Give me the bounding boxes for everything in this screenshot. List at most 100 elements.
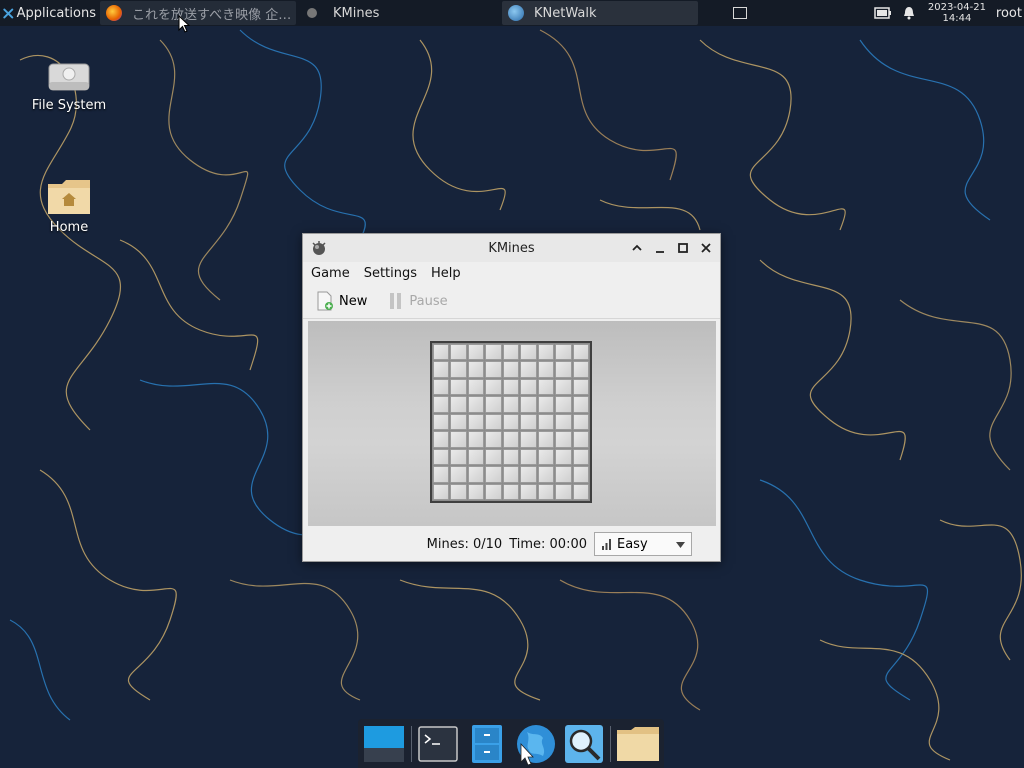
mine-cell[interactable] [537, 483, 555, 500]
difficulty-select[interactable]: Easy [594, 532, 692, 556]
mine-cell[interactable] [555, 466, 572, 483]
mine-cell[interactable] [485, 396, 502, 413]
mine-cell[interactable] [555, 344, 572, 361]
mine-cell[interactable] [485, 431, 502, 448]
mine-cell[interactable] [502, 448, 520, 466]
dock-show-desktop[interactable] [362, 721, 407, 767]
mine-cell[interactable] [572, 378, 589, 396]
show-desktop-button[interactable] [733, 7, 747, 19]
dock-terminal[interactable] [416, 721, 461, 767]
mine-cell[interactable] [572, 431, 589, 448]
mine-cell[interactable] [502, 413, 520, 431]
mine-cell[interactable] [502, 396, 520, 413]
mine-cell[interactable] [467, 413, 485, 431]
mine-cell[interactable] [467, 396, 485, 413]
mine-cell[interactable] [467, 448, 485, 466]
mine-cell[interactable] [450, 361, 467, 378]
menu-settings[interactable]: Settings [364, 266, 417, 281]
mine-cell[interactable] [467, 361, 485, 378]
clock[interactable]: 2023-04-21 14:44 [924, 2, 990, 24]
mine-cell[interactable] [433, 448, 450, 466]
mine-cell[interactable] [450, 396, 467, 413]
mine-cell[interactable] [502, 483, 520, 500]
mine-cell[interactable] [537, 413, 555, 431]
mine-cell[interactable] [450, 378, 467, 396]
mine-cell[interactable] [433, 431, 450, 448]
mine-cell[interactable] [520, 413, 537, 431]
mine-cell[interactable] [520, 396, 537, 413]
keep-above-icon[interactable] [630, 241, 644, 255]
mine-cell[interactable] [520, 378, 537, 396]
new-game-button[interactable]: New [315, 291, 367, 311]
dock-folder[interactable] [615, 721, 660, 767]
mine-cell[interactable] [450, 431, 467, 448]
menu-help[interactable]: Help [431, 266, 461, 281]
battery-icon[interactable] [874, 7, 892, 19]
mine-cell[interactable] [555, 413, 572, 431]
mine-cell[interactable] [485, 466, 502, 483]
mine-cell[interactable] [467, 466, 485, 483]
mine-cell[interactable] [537, 396, 555, 413]
mine-cell[interactable] [572, 344, 589, 361]
mine-cell[interactable] [572, 413, 589, 431]
mine-cell[interactable] [502, 361, 520, 378]
mine-cell[interactable] [485, 378, 502, 396]
mine-cell[interactable] [555, 361, 572, 378]
mine-cell[interactable] [555, 431, 572, 448]
mine-cell[interactable] [485, 413, 502, 431]
applications-menu-button[interactable]: Applications [0, 0, 100, 26]
window-titlebar[interactable]: KMines [303, 234, 720, 262]
mine-cell[interactable] [433, 396, 450, 413]
mine-cell[interactable] [502, 378, 520, 396]
mine-cell[interactable] [433, 378, 450, 396]
mine-cell[interactable] [555, 378, 572, 396]
mine-cell[interactable] [572, 466, 589, 483]
desktop-icon-home[interactable]: Home [24, 178, 114, 235]
minimize-icon[interactable] [653, 241, 667, 255]
menu-game[interactable]: Game [311, 266, 350, 281]
mine-cell[interactable] [555, 396, 572, 413]
mine-cell[interactable] [433, 413, 450, 431]
mine-cell[interactable] [572, 361, 589, 378]
mine-cell[interactable] [433, 361, 450, 378]
mine-cell[interactable] [520, 361, 537, 378]
mine-cell[interactable] [555, 448, 572, 466]
pause-button[interactable]: Pause [387, 291, 448, 311]
mine-cell[interactable] [502, 344, 520, 361]
mine-cell[interactable] [520, 483, 537, 500]
desktop-icon-file-system[interactable]: File System [24, 58, 114, 113]
mine-cell[interactable] [572, 448, 589, 466]
mine-cell[interactable] [537, 466, 555, 483]
mine-cell[interactable] [450, 483, 467, 500]
close-icon[interactable] [699, 241, 713, 255]
mine-cell[interactable] [467, 483, 485, 500]
task-knetwalk[interactable]: KNetWalk [502, 1, 698, 25]
mine-cell[interactable] [450, 413, 467, 431]
mine-cell[interactable] [520, 344, 537, 361]
mine-cell[interactable] [537, 448, 555, 466]
mine-cell[interactable] [572, 396, 589, 413]
task-firefox[interactable]: これを放送すべき映像 企… [100, 1, 296, 25]
mine-cell[interactable] [433, 344, 450, 361]
notification-bell-icon[interactable] [902, 6, 916, 20]
mine-cell[interactable] [537, 361, 555, 378]
mine-cell[interactable] [485, 483, 502, 500]
mine-cell[interactable] [485, 344, 502, 361]
dock-web-browser[interactable] [513, 721, 558, 767]
mine-cell[interactable] [450, 448, 467, 466]
mine-cell[interactable] [502, 466, 520, 483]
mine-cell[interactable] [467, 344, 485, 361]
mine-cell[interactable] [520, 448, 537, 466]
maximize-icon[interactable] [676, 241, 690, 255]
mine-cell[interactable] [485, 361, 502, 378]
mine-cell[interactable] [433, 466, 450, 483]
mine-cell[interactable] [502, 431, 520, 448]
mine-cell[interactable] [485, 448, 502, 466]
mine-cell[interactable] [572, 483, 589, 500]
mine-cell[interactable] [520, 466, 537, 483]
mine-cell[interactable] [537, 431, 555, 448]
mine-cell[interactable] [537, 378, 555, 396]
user-menu[interactable]: root [996, 6, 1022, 21]
mine-cell[interactable] [450, 466, 467, 483]
mine-cell[interactable] [467, 378, 485, 396]
